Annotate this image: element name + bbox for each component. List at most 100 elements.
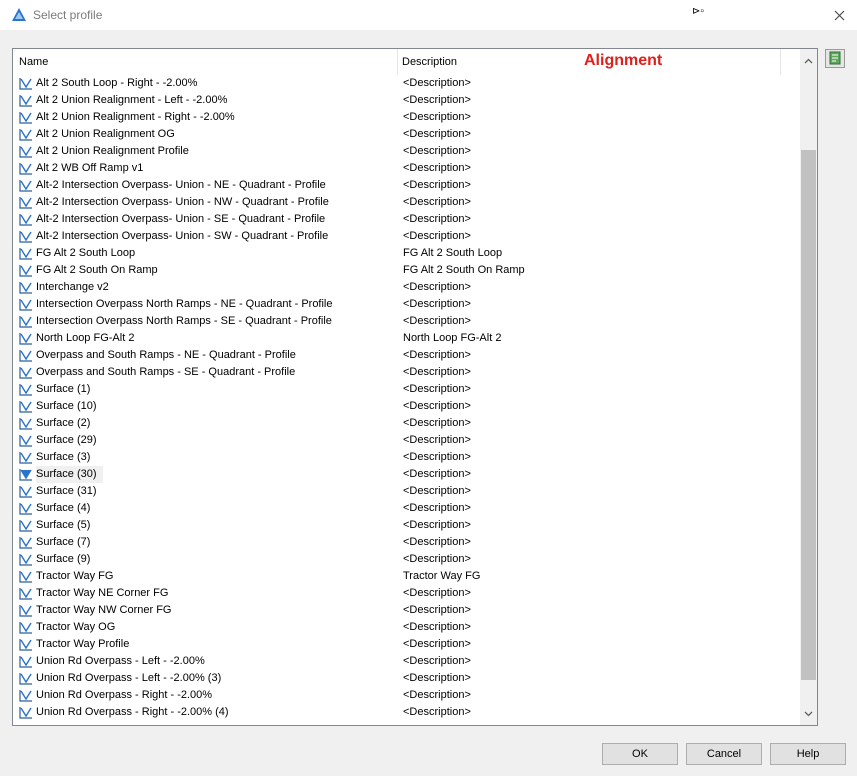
column-header-name[interactable]: Name (13, 49, 398, 75)
chevron-up-icon (804, 58, 813, 63)
scroll-thumb[interactable] (801, 150, 816, 680)
window-title: Select profile (33, 8, 103, 22)
profile-list[interactable]: Name Description Alignment Alt 2 South L… (12, 48, 818, 726)
profile-row[interactable]: Surface (3) <Description> (13, 449, 799, 466)
profile-name: Surface (30) (36, 466, 103, 483)
scroll-up-button[interactable] (800, 52, 817, 69)
profile-description: <Description> (403, 485, 471, 497)
profile-row[interactable]: Union Rd Overpass - Left - -2.00% (3) <De… (13, 670, 799, 687)
profile-icon (19, 94, 33, 107)
profile-row[interactable]: Surface (7) <Description> (13, 534, 799, 551)
profile-row[interactable]: Tractor Way NW Corner FG <Description> (13, 602, 799, 619)
profile-icon (19, 638, 33, 651)
profile-row[interactable]: Alt 2 WB Off Ramp v1 <Description> (13, 160, 799, 177)
profile-description: <Description> (403, 298, 471, 310)
profile-name: Alt 2 Union Realignment - Left - -2.00% (36, 94, 228, 106)
profile-description: Tractor Way FG (403, 570, 481, 582)
profile-name: Union Rd Overpass - Right - -2.00% (4) (36, 706, 229, 718)
ok-button[interactable]: OK (602, 743, 678, 765)
profile-name: Surface (29) (36, 434, 97, 446)
close-icon (834, 10, 844, 20)
profile-row[interactable]: Union Rd Overpass - Right - -2.00% <Descr… (13, 687, 799, 704)
profile-description: <Description> (403, 417, 471, 429)
profile-row[interactable]: North Loop FG-Alt 2 North Loop FG-Alt 2 (13, 330, 799, 347)
profile-icon (19, 689, 33, 702)
profile-row[interactable]: Surface (29) <Description> (13, 432, 799, 449)
profile-row[interactable]: Tractor Way FG Tractor Way FG (13, 568, 799, 585)
profile-row[interactable]: Alt 2 Union Realignment - Left - -2.00% <… (13, 92, 799, 109)
profile-name: Union Rd Overpass - Right - -2.00% (36, 689, 213, 701)
profile-row[interactable]: Surface (1) <Description> (13, 381, 799, 398)
profile-row[interactable]: FG Alt 2 South On Ramp FG Alt 2 South On … (13, 262, 799, 279)
profile-row[interactable]: Intersection Overpass North Ramps - NE -… (13, 296, 799, 313)
profile-row[interactable]: Intersection Overpass North Ramps - SE -… (13, 313, 799, 330)
profile-description: <Description> (403, 77, 471, 89)
profile-row[interactable]: Tractor Way OG <Description> (13, 619, 799, 636)
profile-description: <Description> (403, 128, 471, 140)
profile-row[interactable]: Alt-2 Intersection Overpass- Union - NW … (13, 194, 799, 211)
profile-description: <Description> (403, 502, 471, 514)
profile-name: Tractor Way NW Corner FG (36, 604, 172, 616)
profile-row[interactable]: Overpass and South Ramps - NE - Quadrant… (13, 347, 799, 364)
profile-icon (19, 485, 33, 498)
profile-description: <Description> (403, 349, 471, 361)
help-button[interactable]: Help (770, 743, 846, 765)
profile-row[interactable]: Alt-2 Intersection Overpass- Union - SW … (13, 228, 799, 245)
profile-icon (19, 502, 33, 515)
profile-name: Alt 2 Union Realignment - Right - -2.00% (36, 111, 235, 123)
profile-description: FG Alt 2 South Loop (403, 247, 503, 259)
title-bar: Select profile ⊳▫ (0, 0, 857, 30)
profile-row[interactable]: Overpass and South Ramps - SE - Quadrant… (13, 364, 799, 381)
profile-row[interactable]: Surface (4) <Description> (13, 500, 799, 517)
profile-row[interactable]: Surface (5) <Description> (13, 517, 799, 534)
profile-row[interactable]: Alt-2 Intersection Overpass- Union - SE … (13, 211, 799, 228)
profile-name: Union Rd Overpass - Left - -2.00% (3) (36, 672, 222, 684)
profile-description: <Description> (403, 400, 471, 412)
profile-row[interactable]: Alt 2 South Loop - Right - -2.00% <Descri… (13, 75, 799, 92)
profile-icon (19, 128, 33, 141)
profile-row[interactable]: Surface (31) <Description> (13, 483, 799, 500)
profile-row[interactable]: FG Alt 2 South Loop FG Alt 2 South Loop (13, 245, 799, 262)
profile-icon (19, 604, 33, 617)
profile-icon (19, 145, 33, 158)
profile-icon (19, 706, 33, 719)
profile-description: <Description> (403, 196, 471, 208)
profile-row[interactable]: Surface (2) <Description> (13, 415, 799, 432)
profile-description: <Description> (403, 689, 471, 701)
profile-row[interactable]: Surface (9) <Description> (13, 551, 799, 568)
profile-icon (19, 77, 33, 90)
profile-row[interactable]: Union Rd Overpass - Right - -2.00% (4) <D… (13, 704, 799, 721)
profile-row[interactable]: Alt 2 Union Realignment Profile <Descript… (13, 143, 799, 160)
pick-from-drawing-button[interactable] (825, 49, 845, 68)
close-button[interactable] (829, 5, 849, 25)
profile-row[interactable]: Interchange v2 <Description> (13, 279, 799, 296)
profile-description: <Description> (403, 162, 471, 174)
profile-row[interactable]: Tractor Way Profile <Description> (13, 636, 799, 653)
profile-row[interactable]: Surface (30) <Description> (13, 466, 799, 483)
profile-description: <Description> (403, 621, 471, 633)
profile-name: Overpass and South Ramps - SE - Quadrant… (36, 366, 296, 378)
profile-name: Union Rd Overpass - Left - -2.00% (36, 655, 205, 667)
profile-row[interactable]: Alt 2 Union Realignment - Right - -2.00%… (13, 109, 799, 126)
profile-icon (19, 434, 33, 447)
profile-row[interactable]: Alt-2 Intersection Overpass- Union - NE … (13, 177, 799, 194)
profile-icon (19, 366, 33, 379)
scroll-down-button[interactable] (800, 705, 817, 722)
profile-name: Surface (10) (36, 400, 97, 412)
profile-row[interactable]: Tractor Way NE Corner FG <Description> (13, 585, 799, 602)
profile-row[interactable]: Alt 2 Union Realignment OG <Description> (13, 126, 799, 143)
profile-name: Alt 2 WB Off Ramp v1 (36, 162, 144, 174)
profile-icon (19, 213, 33, 226)
profile-icon (19, 536, 33, 549)
profile-row[interactable]: Union Rd Overpass - Left - -2.00% <Descri… (13, 653, 799, 670)
profile-icon (19, 587, 33, 600)
profile-description: <Description> (403, 604, 471, 616)
cancel-button[interactable]: Cancel (686, 743, 762, 765)
profile-icon (19, 570, 33, 583)
profile-description: <Description> (403, 451, 471, 463)
profile-row[interactable]: Surface (10) <Description> (13, 398, 799, 415)
profile-name: Surface (7) (36, 536, 91, 548)
profile-icon (19, 230, 33, 243)
profile-description: <Description> (403, 230, 471, 242)
vertical-scrollbar[interactable] (800, 49, 817, 725)
